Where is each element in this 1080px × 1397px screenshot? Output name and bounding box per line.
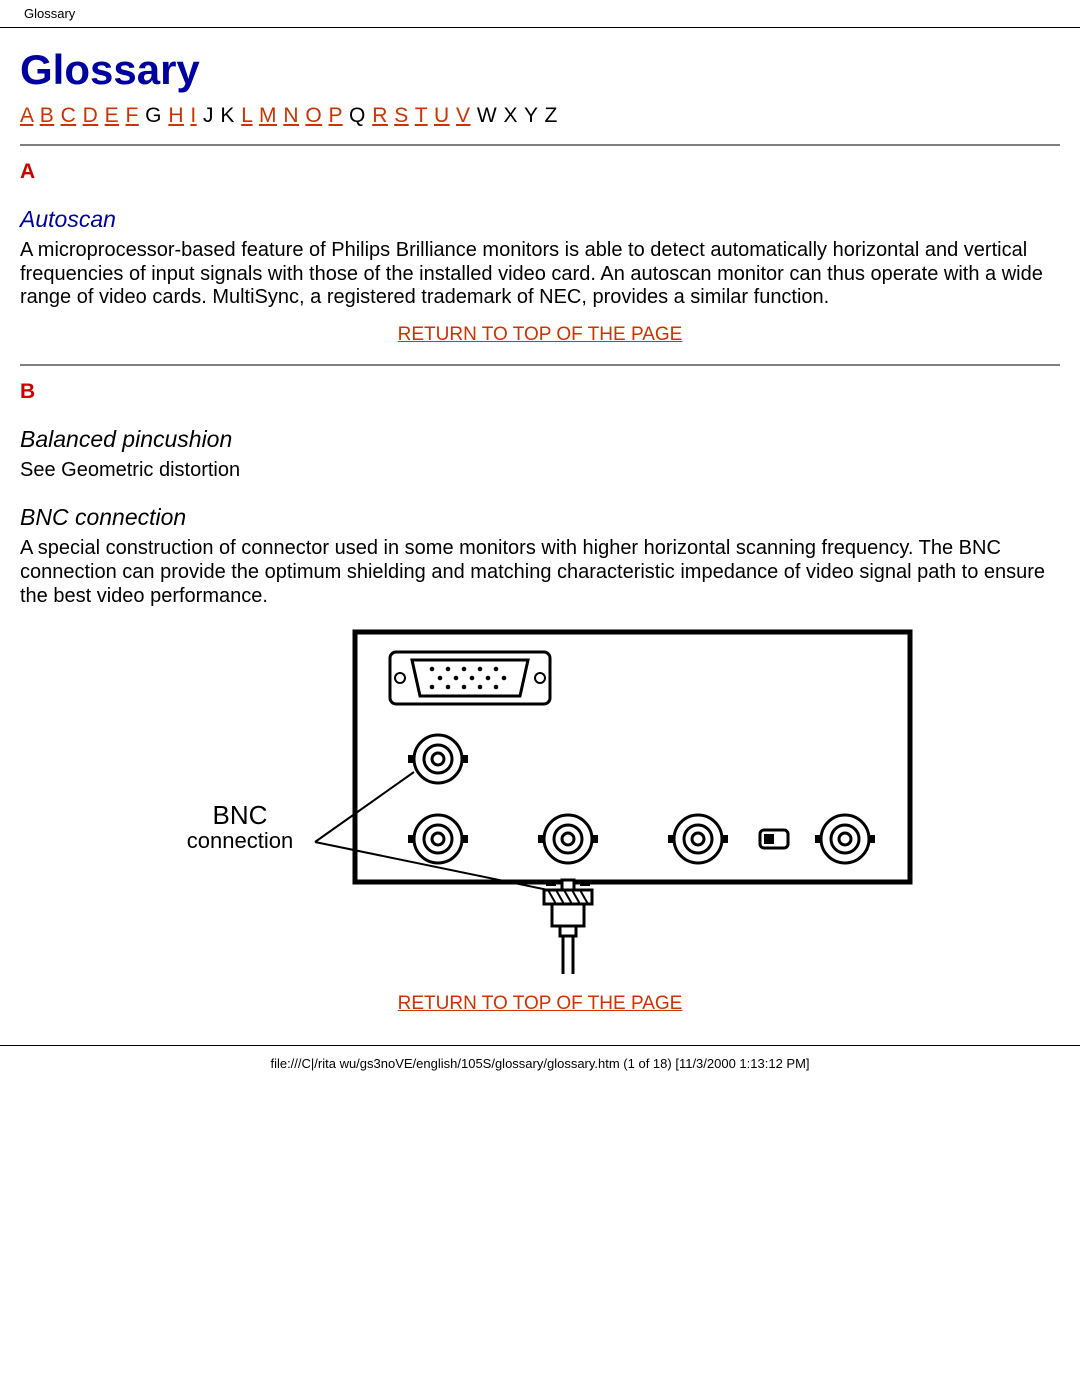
divider	[20, 144, 1060, 146]
section-letter-b: B	[20, 380, 1060, 404]
divider	[20, 364, 1060, 366]
alpha-link-o[interactable]: O	[305, 104, 322, 127]
diagram-label-bnc: BNC	[213, 800, 268, 830]
content: Glossary A B C D E F G H I J K L M N O P…	[0, 46, 1080, 1015]
alpha-link-c[interactable]: C	[61, 104, 77, 127]
alpha-label-q: Q	[349, 104, 366, 127]
alpha-link-a[interactable]: A	[20, 104, 33, 127]
footer-path: file:///C|/rita wu/gs3noVE/english/105S/…	[0, 1045, 1080, 1077]
alpha-link-i[interactable]: I	[190, 104, 196, 127]
alpha-label-j: J	[203, 104, 214, 127]
return-to-top-link[interactable]: RETURN TO TOP OF THE PAGE	[398, 993, 683, 1014]
doc-header: Glossary	[0, 0, 1080, 28]
alpha-label-y: Y	[524, 104, 538, 127]
term-balanced-pincushion-body: See Geometric distortion	[20, 459, 1060, 483]
section-letter-a: A	[20, 160, 1060, 184]
alpha-label-w: W	[477, 104, 497, 127]
term-bnc-connection-body: A special construction of connector used…	[20, 537, 1060, 608]
return-to-top-a: RETURN TO TOP OF THE PAGE	[20, 324, 1060, 346]
alpha-link-f[interactable]: F	[125, 104, 138, 127]
alpha-link-s[interactable]: S	[394, 104, 409, 127]
bnc-diagram-svg: BNC connection	[150, 624, 930, 974]
alpha-label-k: K	[220, 104, 235, 127]
term-bnc-connection: BNC connection	[20, 504, 1060, 531]
alpha-link-d[interactable]: D	[83, 104, 99, 127]
doc-header-title: Glossary	[24, 6, 75, 21]
term-autoscan: Autoscan	[20, 206, 1060, 233]
diagram-label-connection: connection	[187, 828, 293, 853]
alpha-link-v[interactable]: V	[456, 104, 471, 127]
alpha-link-l[interactable]: L	[241, 104, 252, 127]
alpha-link-m[interactable]: M	[259, 104, 277, 127]
bnc-diagram: BNC connection	[20, 624, 1060, 979]
alpha-link-p[interactable]: P	[329, 104, 343, 127]
page-title: Glossary	[20, 46, 1060, 94]
alpha-link-t[interactable]: T	[415, 104, 428, 127]
alpha-label-x: X	[504, 104, 519, 127]
alpha-link-r[interactable]: R	[372, 104, 388, 127]
bnc-plug-icon	[544, 880, 592, 974]
alpha-label-z: Z	[545, 104, 558, 127]
alpha-label-g: G	[145, 104, 162, 127]
alpha-link-u[interactable]: U	[434, 104, 450, 127]
alpha-link-b[interactable]: B	[40, 104, 55, 127]
return-to-top-link[interactable]: RETURN TO TOP OF THE PAGE	[398, 324, 683, 345]
alpha-link-e[interactable]: E	[105, 104, 120, 127]
term-autoscan-body: A microprocessor-based feature of Philip…	[20, 239, 1060, 310]
alpha-link-h[interactable]: H	[168, 104, 184, 127]
alpha-link-n[interactable]: N	[283, 104, 299, 127]
alpha-index: A B C D E F G H I J K L M N O P Q R S T …	[20, 104, 1060, 128]
return-to-top-b: RETURN TO TOP OF THE PAGE	[20, 993, 1060, 1015]
term-balanced-pincushion: Balanced pincushion	[20, 426, 1060, 453]
